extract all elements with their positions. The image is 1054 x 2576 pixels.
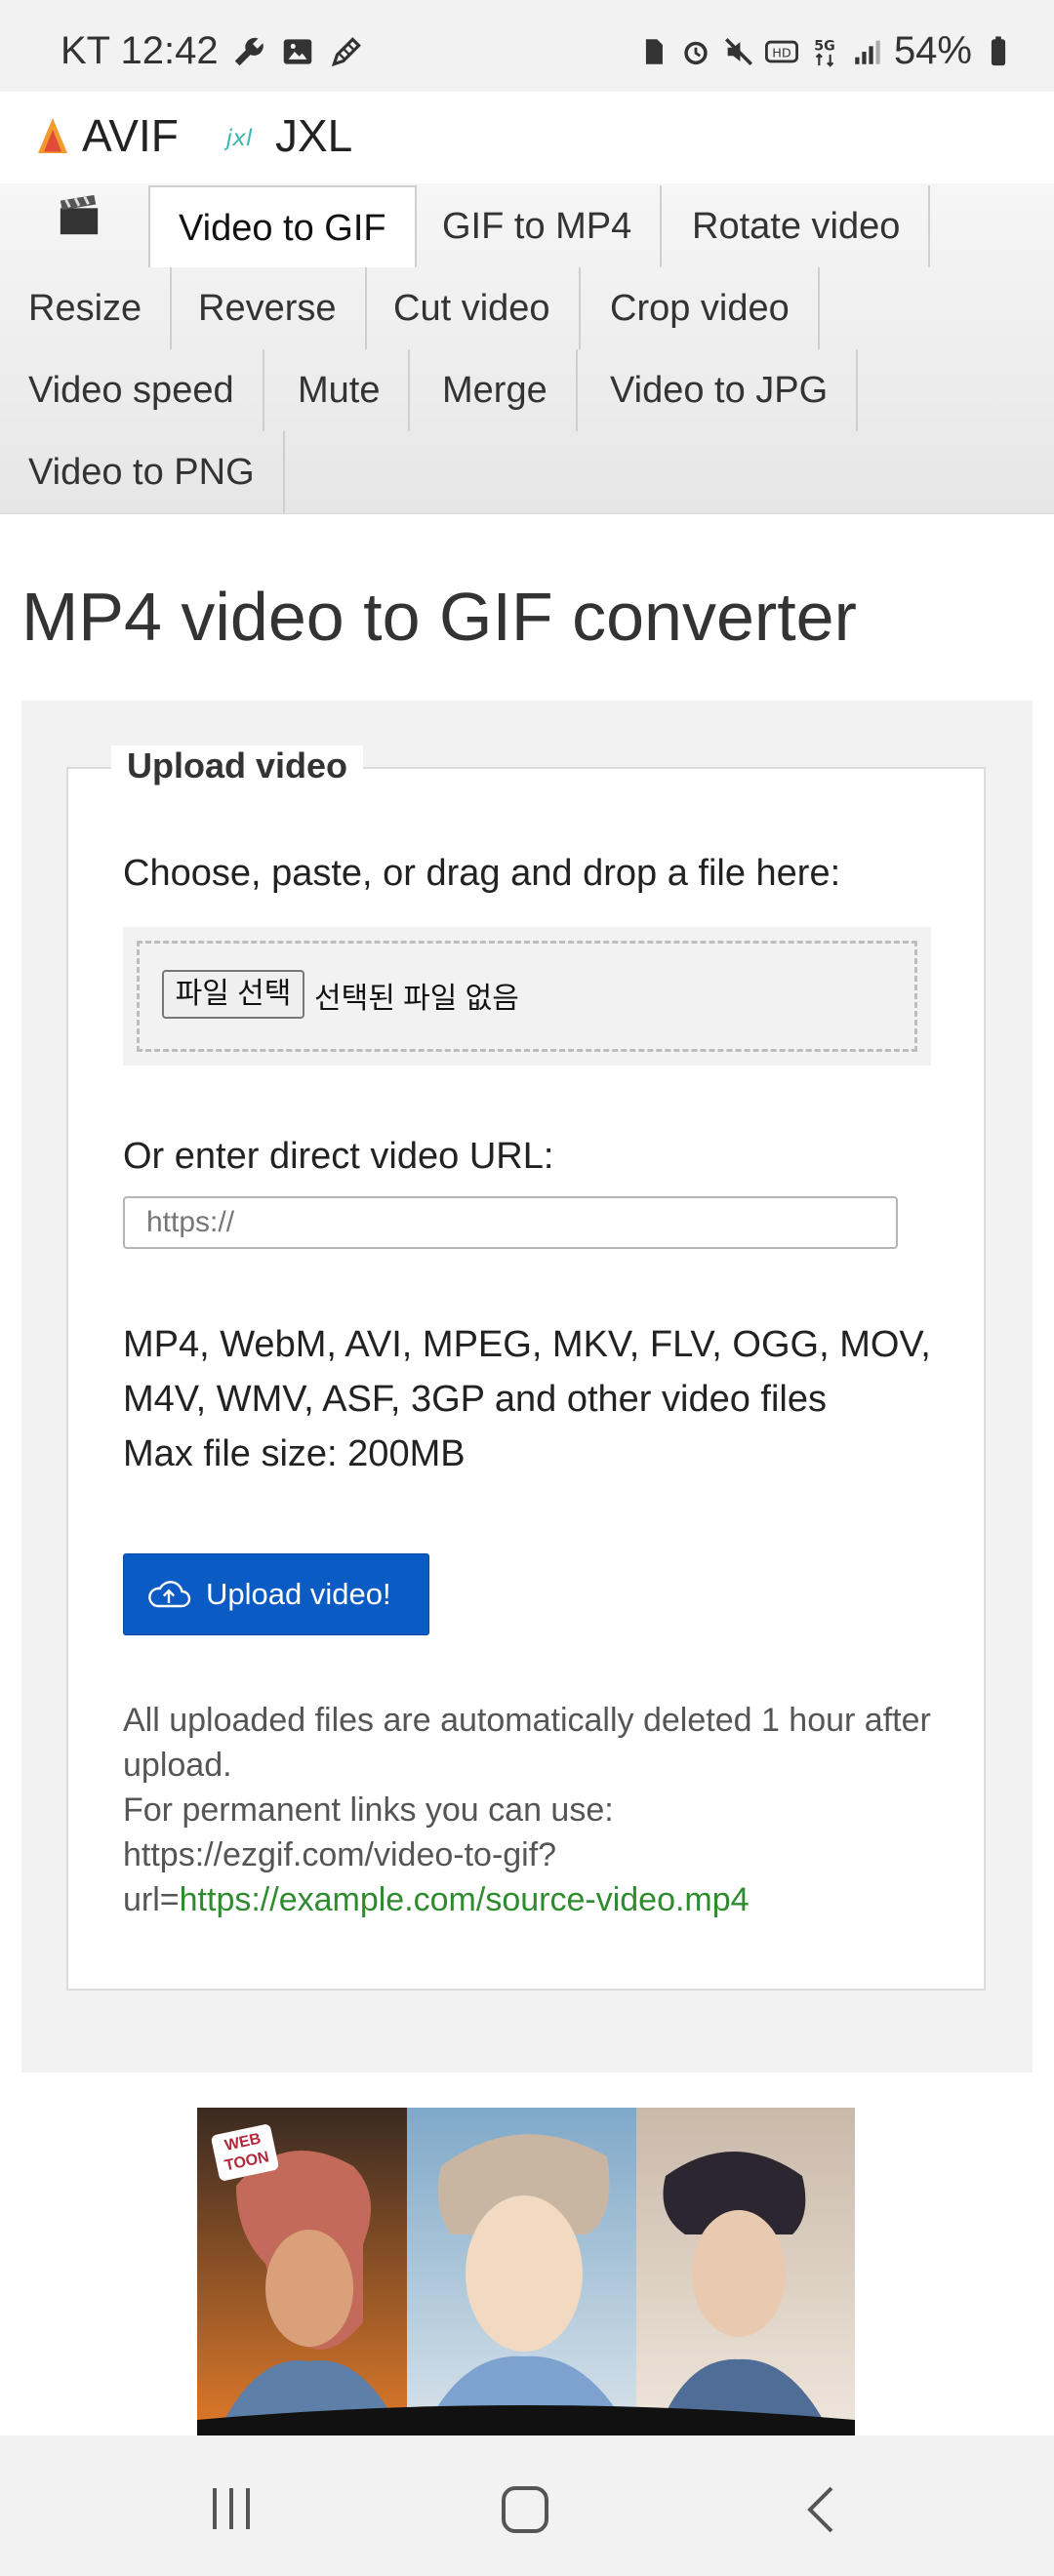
upload-note: All uploaded files are automatically del… — [123, 1698, 943, 1922]
recent-apps-icon[interactable] — [207, 2484, 256, 2533]
example-source-link[interactable]: https://example.com/source-video.mp4 — [180, 1881, 750, 1918]
avif-label: AVIF — [82, 110, 179, 161]
tab-reverse[interactable]: Reverse — [170, 267, 367, 349]
svg-text:5G: 5G — [814, 38, 834, 54]
carrier-time: KT 12:42 — [61, 29, 219, 72]
tab-merge[interactable]: Merge — [414, 349, 578, 431]
tab-video-to-jpg[interactable]: Video to JPG — [582, 349, 859, 431]
tab-video-to-gif[interactable]: Video to GIF — [148, 185, 417, 267]
upload-button-label: Upload video! — [206, 1577, 391, 1611]
pencil-icon — [331, 36, 361, 66]
webtoon-ad-banner[interactable]: WEB TOON — [197, 2108, 855, 2435]
status-left: KT 12:42 — [61, 29, 365, 73]
5g-icon: 5G — [814, 38, 835, 67]
alarm-icon — [684, 41, 708, 64]
max-file-size: Max file size: 200MB — [123, 1433, 466, 1474]
tab-resize[interactable]: Resize — [0, 267, 173, 349]
formats-line-1: MP4, WebM, AVI, MPEG, MKV, FLV, OGG, MOV… — [123, 1324, 931, 1365]
clapperboard-icon[interactable] — [57, 193, 101, 238]
url-label: Or enter direct video URL: — [123, 1136, 554, 1177]
sd-card-icon — [645, 38, 663, 64]
tab-cut-video[interactable]: Cut video — [365, 267, 581, 349]
tab-video-to-png[interactable]: Video to PNG — [0, 431, 285, 513]
tab-rotate-video[interactable]: Rotate video — [664, 185, 931, 267]
wrench-icon — [234, 37, 264, 65]
back-icon[interactable] — [802, 2484, 841, 2535]
image-icon — [283, 38, 311, 64]
tab-mute[interactable]: Mute — [269, 349, 411, 431]
tab-crop-video[interactable]: Crop video — [582, 267, 820, 349]
tab-gif-to-mp4[interactable]: GIF to MP4 — [414, 185, 663, 267]
supported-formats: MP4, WebM, AVI, MPEG, MKV, FLV, OGG, MOV… — [123, 1317, 943, 1481]
avif-logo-icon — [38, 118, 67, 153]
battery-icon — [991, 35, 1006, 65]
format-bar: AVIF jxl JXL — [0, 92, 1054, 183]
note-permanent-links: For permanent links you can use: — [123, 1791, 614, 1829]
formats-line-2: M4V, WMV, ASF, 3GP and other video files — [123, 1379, 827, 1420]
status-bar: KT 12:42 HD 5G 54% — [0, 0, 1054, 92]
note-url-prefix: url= — [123, 1881, 180, 1918]
jxl-link[interactable]: jxl JXL — [224, 109, 352, 162]
file-dropzone[interactable]: 파일 선택 선택된 파일 없음 — [123, 927, 931, 1066]
choose-file-button[interactable]: 파일 선택 — [162, 970, 304, 1019]
signal-icon — [855, 40, 880, 64]
jxl-label: JXL — [275, 110, 353, 161]
note-base-url: https://ezgif.com/video-to-gif? — [123, 1836, 557, 1873]
avif-link[interactable]: AVIF — [35, 109, 179, 162]
video-url-input[interactable] — [123, 1196, 898, 1249]
note-url-param: url=https://example.com/source-video.mp4 — [123, 1877, 943, 1922]
android-nav-bar — [0, 2435, 1054, 2576]
home-icon[interactable] — [500, 2484, 550, 2535]
tool-nav: Video to GIF GIF to MP4 Rotate video Res… — [0, 183, 1054, 514]
battery-percent: 54% — [893, 29, 972, 72]
upload-legend: Upload video — [111, 745, 364, 786]
page-title: MP4 video to GIF converter — [21, 579, 857, 655]
no-file-selected-text: 선택된 파일 없음 — [314, 983, 519, 1015]
upload-video-button[interactable]: Upload video! — [123, 1553, 429, 1635]
choose-file-label: Choose, paste, or drag and drop a file h… — [123, 853, 841, 894]
tab-video-speed[interactable]: Video speed — [0, 349, 264, 431]
svg-text:HD: HD — [772, 46, 791, 60]
svg-text:jxl: jxl — [224, 124, 253, 151]
status-right: HD 5G 54% — [636, 29, 1015, 73]
mute-icon — [724, 37, 752, 65]
cloud-upload-icon — [148, 1581, 191, 1608]
webtoon-ad-image — [197, 2108, 855, 2435]
hd-icon: HD — [764, 40, 798, 62]
note-auto-delete: All uploaded files are automatically del… — [123, 1702, 931, 1784]
jxl-logo-icon: jxl — [224, 124, 253, 151]
